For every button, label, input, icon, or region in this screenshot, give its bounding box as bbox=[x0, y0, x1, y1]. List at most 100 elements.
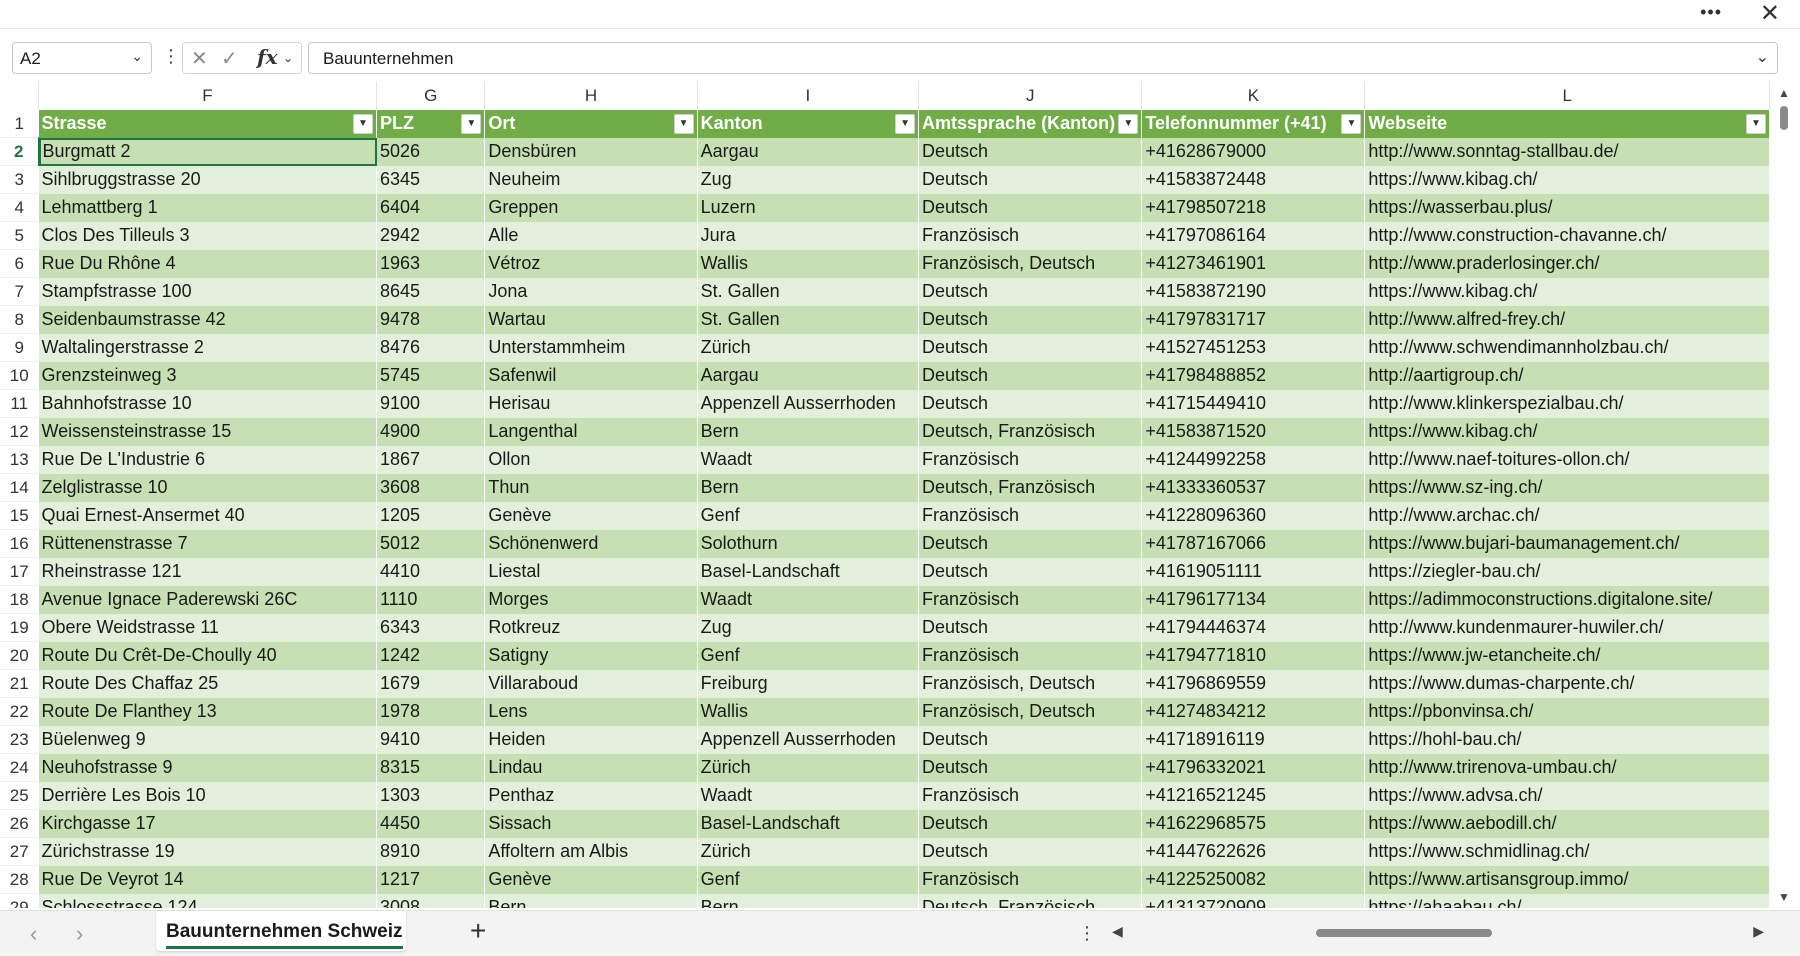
table-cell[interactable]: Lens bbox=[484, 697, 698, 726]
table-cell[interactable]: Stampfstrasse 100 bbox=[38, 277, 377, 306]
table-cell[interactable]: +41447622626 bbox=[1141, 837, 1366, 866]
table-cell[interactable]: Penthaz bbox=[484, 781, 698, 810]
table-cell[interactable]: +41787167066 bbox=[1141, 529, 1366, 558]
table-cell[interactable]: Französisch bbox=[918, 641, 1143, 670]
table-header-cell[interactable]: Webseite ▼ bbox=[1364, 110, 1770, 138]
table-cell[interactable]: Weissensteinstrasse 15 bbox=[38, 417, 377, 446]
table-cell[interactable]: 3608 bbox=[376, 473, 486, 502]
horizontal-scrollbar[interactable]: ◀ ▶ bbox=[1108, 923, 1768, 943]
table-cell[interactable]: Aargau bbox=[697, 361, 920, 390]
table-cell[interactable]: Zelglistrasse 10 bbox=[38, 473, 377, 502]
vertical-scroll-thumb[interactable] bbox=[1780, 106, 1788, 130]
table-cell[interactable]: Französisch bbox=[918, 221, 1143, 250]
table-cell[interactable]: https://www.advsa.ch/ bbox=[1364, 781, 1770, 810]
table-cell[interactable]: 9478 bbox=[376, 305, 486, 334]
add-sheet-icon[interactable]: + bbox=[470, 915, 486, 947]
table-cell[interactable]: Deutsch bbox=[918, 529, 1143, 558]
row-header[interactable]: 1 bbox=[0, 110, 39, 138]
table-cell[interactable]: Thun bbox=[484, 473, 698, 502]
table-cell[interactable]: +41225250082 bbox=[1141, 865, 1366, 894]
table-cell[interactable]: https://www.dumas-charpente.ch/ bbox=[1364, 669, 1770, 698]
table-header-cell[interactable]: Amtssprache (Kanton) ▼ bbox=[918, 110, 1143, 138]
table-cell[interactable]: Deutsch, Französisch bbox=[918, 473, 1143, 502]
column-header[interactable]: J bbox=[918, 82, 1143, 110]
table-cell[interactable]: Deutsch bbox=[918, 389, 1143, 418]
column-header[interactable]: L bbox=[1364, 82, 1770, 110]
table-cell[interactable]: Zürich bbox=[697, 333, 920, 362]
table-cell[interactable]: Französisch bbox=[918, 781, 1143, 810]
table-cell[interactable]: Rue De L'Industrie 6 bbox=[38, 445, 377, 474]
table-cell[interactable]: Deutsch bbox=[918, 809, 1143, 838]
table-cell[interactable]: http://www.naef-toitures-ollon.ch/ bbox=[1364, 445, 1770, 474]
row-header[interactable]: 9 bbox=[0, 333, 39, 362]
row-header[interactable]: 26 bbox=[0, 809, 39, 838]
table-cell[interactable]: Wallis bbox=[697, 697, 920, 726]
table-cell[interactable]: Clos Des Tilleuls 3 bbox=[38, 221, 377, 250]
table-cell[interactable]: Neuheim bbox=[484, 165, 698, 194]
table-cell[interactable]: Bern bbox=[484, 893, 698, 908]
table-cell[interactable]: https://pbonvinsa.ch/ bbox=[1364, 697, 1770, 726]
table-cell[interactable]: 4410 bbox=[376, 557, 486, 586]
table-cell[interactable]: Wallis bbox=[697, 249, 920, 278]
table-cell[interactable]: Deutsch bbox=[918, 613, 1143, 642]
table-cell[interactable]: 3008 bbox=[376, 893, 486, 908]
table-cell[interactable]: +41622968575 bbox=[1141, 809, 1366, 838]
table-cell[interactable]: Sissach bbox=[484, 809, 698, 838]
table-cell[interactable]: https://www.aebodill.ch/ bbox=[1364, 809, 1770, 838]
table-cell[interactable]: 6343 bbox=[376, 613, 486, 642]
row-header[interactable]: 8 bbox=[0, 305, 39, 334]
table-cell[interactable]: St. Gallen bbox=[697, 305, 920, 334]
table-cell[interactable]: Morges bbox=[484, 585, 698, 614]
table-cell[interactable]: Zürichstrasse 19 bbox=[38, 837, 377, 866]
table-cell[interactable]: Heiden bbox=[484, 725, 698, 754]
table-cell[interactable]: Aargau bbox=[697, 137, 920, 166]
row-header[interactable]: 13 bbox=[0, 445, 39, 474]
table-cell[interactable]: Vétroz bbox=[484, 249, 698, 278]
table-cell[interactable]: +41216521245 bbox=[1141, 781, 1366, 810]
table-cell[interactable]: Bern bbox=[697, 417, 920, 446]
table-cell[interactable]: Deutsch bbox=[918, 557, 1143, 586]
cancel-icon[interactable]: ✕ bbox=[191, 46, 208, 71]
table-cell[interactable]: https://www.kibag.ch/ bbox=[1364, 417, 1770, 446]
table-cell[interactable]: 2942 bbox=[376, 221, 486, 250]
previous-sheet-icon[interactable]: ‹ bbox=[30, 921, 37, 947]
filter-dropdown-icon[interactable]: ▼ bbox=[673, 114, 694, 134]
table-cell[interactable]: Unterstammheim bbox=[484, 333, 698, 362]
table-cell[interactable]: Deutsch bbox=[918, 305, 1143, 334]
table-cell[interactable]: Quai Ernest-Ansermet 40 bbox=[38, 501, 377, 530]
table-cell[interactable]: 9100 bbox=[376, 389, 486, 418]
table-cell[interactable]: https://www.kibag.ch/ bbox=[1364, 277, 1770, 306]
table-cell[interactable]: 1242 bbox=[376, 641, 486, 670]
table-cell[interactable]: Kirchgasse 17 bbox=[38, 809, 377, 838]
row-header[interactable]: 6 bbox=[0, 249, 39, 278]
table-cell[interactable]: Waadt bbox=[697, 781, 920, 810]
table-cell[interactable]: 8315 bbox=[376, 753, 486, 782]
table-cell[interactable]: +41628679000 bbox=[1141, 137, 1366, 166]
table-cell[interactable]: Basel-Landschaft bbox=[697, 557, 920, 586]
table-cell[interactable]: http://www.kundenmaurer-huwiler.ch/ bbox=[1364, 613, 1770, 642]
table-cell[interactable]: +41273461901 bbox=[1141, 249, 1366, 278]
row-header[interactable]: 28 bbox=[0, 865, 39, 894]
row-header[interactable]: 27 bbox=[0, 837, 39, 866]
table-header-cell[interactable]: PLZ ▼ bbox=[376, 110, 486, 138]
formula-input[interactable]: Bauunternehmen ⌄ bbox=[308, 42, 1778, 74]
table-cell[interactable]: Route Du Crêt-De-Choully 40 bbox=[38, 641, 377, 670]
table-cell[interactable]: Neuhofstrasse 9 bbox=[38, 753, 377, 782]
table-cell[interactable]: 1963 bbox=[376, 249, 486, 278]
table-cell[interactable]: Rüttenenstrasse 7 bbox=[38, 529, 377, 558]
table-cell[interactable]: http://www.alfred-frey.ch/ bbox=[1364, 305, 1770, 334]
more-options-icon[interactable]: ••• bbox=[1700, 2, 1722, 23]
table-cell[interactable]: Luzern bbox=[697, 193, 920, 222]
table-cell[interactable]: Deutsch, Französisch bbox=[918, 417, 1143, 446]
table-cell[interactable]: Freiburg bbox=[697, 669, 920, 698]
table-cell[interactable]: http://www.praderlosinger.ch/ bbox=[1364, 249, 1770, 278]
row-header[interactable]: 22 bbox=[0, 697, 39, 726]
table-cell[interactable]: Deutsch bbox=[918, 193, 1143, 222]
table-cell[interactable]: Bahnhofstrasse 10 bbox=[38, 389, 377, 418]
scroll-up-icon[interactable]: ▲ bbox=[1778, 86, 1790, 100]
row-header[interactable]: 12 bbox=[0, 417, 39, 446]
row-header[interactable]: 3 bbox=[0, 165, 39, 194]
table-cell[interactable]: Seidenbaumstrasse 42 bbox=[38, 305, 377, 334]
row-header[interactable]: 10 bbox=[0, 361, 39, 390]
table-cell[interactable]: +41796177134 bbox=[1141, 585, 1366, 614]
